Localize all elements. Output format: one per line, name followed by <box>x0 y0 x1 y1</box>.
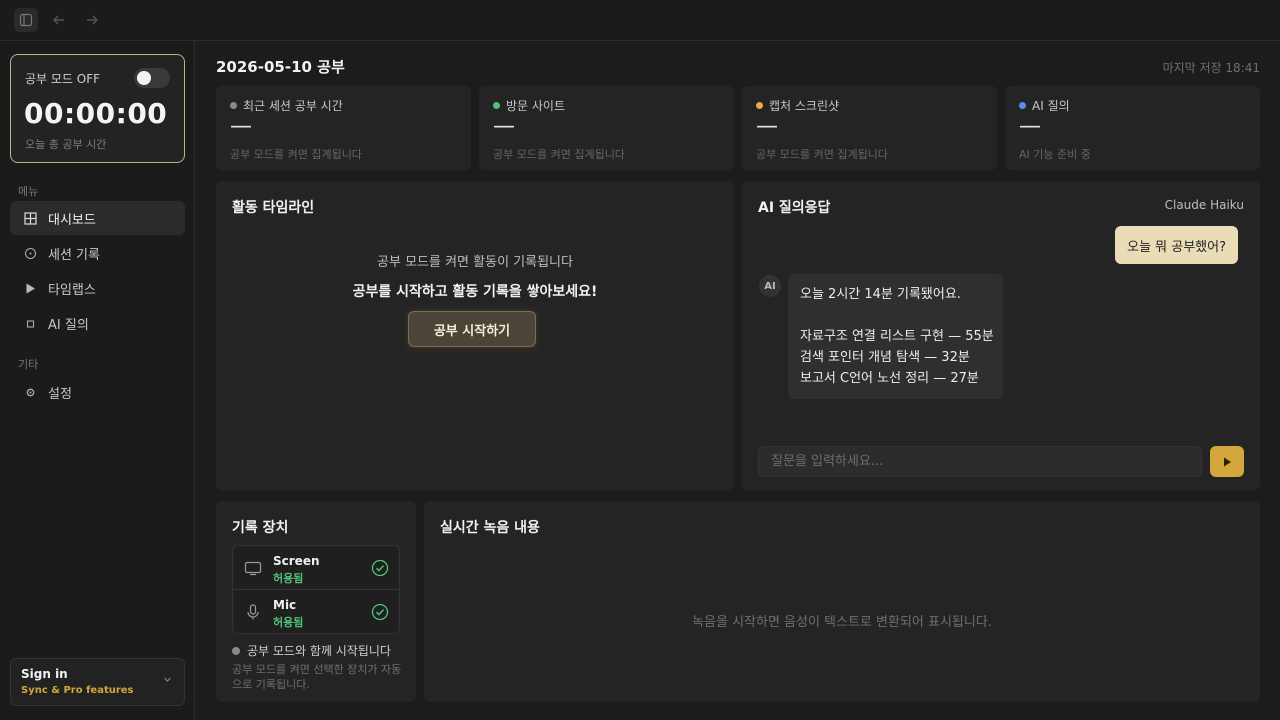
stat-value: — <box>1019 114 1041 139</box>
sign-in-button[interactable]: Sign in Sync & Pro features <box>10 658 185 706</box>
arrow-right-icon <box>87 15 98 25</box>
timeline-cta-text: 공부를 시작하고 활동 기록을 쌓아보세요! <box>352 284 598 300</box>
forward-button[interactable] <box>80 8 104 32</box>
status-dot <box>230 102 237 109</box>
device-row-screen[interactable]: Screen 허용됨 <box>233 546 399 590</box>
recording-devices-panel: 기록 장치 Screen 허용됨 Mic 허용됨 공부 모드와 함께 시작됩니다… <box>216 501 416 702</box>
stat-caption: 공부 모드를 켜면 집계됩니다 <box>493 148 625 161</box>
ai-response-line: 자료구조 연결 리스트 구현 — 55분 <box>800 329 994 344</box>
last-saved-time: 마지막 저장 18:41 <box>1162 61 1260 75</box>
stat-card-screenshots: 캡처 스크린샷 — 공부 모드를 켜면 집계됩니다 <box>742 86 997 170</box>
stat-label: 방문 사이트 <box>506 99 566 113</box>
panel-title: 실시간 녹음 내용 <box>440 520 540 536</box>
sidebar-item-label: AI 질의 <box>48 317 89 333</box>
square-icon <box>22 317 38 330</box>
sign-in-title: Sign in <box>21 667 68 681</box>
study-mode-label: 공부 모드 OFF <box>25 72 101 86</box>
status-dot <box>232 646 240 655</box>
sidebar-item-label: 세션 기록 <box>48 247 100 263</box>
study-mode-toggle[interactable] <box>134 68 170 88</box>
user-message-bubble: 오늘 뭐 공부했어? <box>1115 226 1238 264</box>
live-transcript-panel: 실시간 녹음 내용 녹음을 시작하면 음성이 텍스트로 변환되어 표시됩니다. <box>424 501 1260 702</box>
stat-caption: 공부 모드를 켜면 집계됩니다 <box>230 148 362 161</box>
send-icon <box>1224 457 1231 466</box>
check-circle-icon <box>371 603 389 621</box>
play-icon <box>22 282 38 295</box>
title-bar <box>0 0 1280 41</box>
grid-icon <box>22 211 38 225</box>
sidebar: 공부 모드 OFF 00:00:00 오늘 총 공부 시간 메뉴 대시보드 세션… <box>0 41 195 720</box>
sidebar-toggle-button[interactable] <box>14 8 38 32</box>
ai-avatar: AI <box>759 275 781 297</box>
panel-title: 기록 장치 <box>232 520 289 536</box>
arrow-left-icon <box>53 15 64 25</box>
ai-qa-panel: AI 질의응답 Claude Haiku 오늘 뭐 공부했어? AI 오늘 2시… <box>742 181 1260 490</box>
timeline-empty-message: 공부 모드를 켜면 활동이 기록됩니다 <box>377 255 573 270</box>
stat-label: 최근 세션 공부 시간 <box>243 99 343 113</box>
stat-caption: AI 기능 준비 중 <box>1019 148 1091 161</box>
stat-card-recent-session: 최근 세션 공부 시간 — 공부 모드를 켜면 집계됩니다 <box>216 86 471 170</box>
study-timer: 00:00:00 <box>24 97 168 130</box>
start-study-button[interactable]: 공부 시작하기 <box>408 311 536 347</box>
status-dot <box>1019 102 1026 109</box>
study-timer-caption: 오늘 총 공부 시간 <box>25 138 107 151</box>
back-button[interactable] <box>47 8 71 32</box>
sidebar-item-sessions[interactable]: 세션 기록 <box>10 236 185 270</box>
recording-description: 공부 모드를 켜면 선택한 장치가 자동으로 기록됩니다. <box>232 663 402 691</box>
toggle-knob <box>137 71 151 85</box>
recording-note: 공부 모드와 함께 시작됩니다 <box>232 642 391 659</box>
model-name: Claude Haiku <box>1164 198 1244 212</box>
ai-response-line: 오늘 2시간 14분 기록됐어요. <box>800 287 961 302</box>
stat-value: — <box>756 114 778 139</box>
study-mode-card: 공부 모드 OFF 00:00:00 오늘 총 공부 시간 <box>10 54 185 163</box>
page-title: 2026-05-10 공부 <box>216 58 345 76</box>
sidebar-item-label: 설정 <box>48 386 72 402</box>
device-name: Mic <box>273 598 297 612</box>
ai-response-line: 검색 포인터 개념 탐색 — 32분 <box>800 350 970 365</box>
ai-response-bubble: 오늘 2시간 14분 기록됐어요. 자료구조 연결 리스트 구현 — 55분 검… <box>788 274 1003 399</box>
recording-note-text: 공부 모드와 함께 시작됩니다 <box>247 644 391 658</box>
clock-icon <box>22 247 38 260</box>
stat-value: — <box>493 114 515 139</box>
sidebar-item-ai-query[interactable]: AI 질의 <box>10 306 185 340</box>
stat-label: AI 질의 <box>1032 99 1070 113</box>
stat-caption: 공부 모드를 켜면 집계됩니다 <box>756 148 888 161</box>
status-dot <box>756 102 763 109</box>
check-circle-icon <box>371 559 389 577</box>
sidebar-icon <box>19 13 33 27</box>
stat-card-visited-sites: 방문 사이트 — 공부 모드를 켜면 집계됩니다 <box>479 86 734 170</box>
other-section-label: 기타 <box>18 358 39 371</box>
microphone-icon <box>244 603 262 621</box>
device-status: 허용됨 <box>273 616 304 629</box>
stat-label: 캡처 스크린샷 <box>769 99 840 113</box>
ai-response-line: 보고서 C언어 노선 정리 — 27분 <box>800 371 979 386</box>
device-row-mic[interactable]: Mic 허용됨 <box>233 590 399 634</box>
status-dot <box>493 102 500 109</box>
activity-timeline-panel: 활동 타임라인 공부 모드를 켜면 활동이 기록됩니다 공부를 시작하고 활동 … <box>216 181 734 490</box>
sidebar-item-dashboard[interactable]: 대시보드 <box>10 201 185 235</box>
sidebar-item-label: 타임랩스 <box>48 282 96 298</box>
stat-card-ai-query: AI 질의 — AI 기능 준비 중 <box>1005 86 1260 170</box>
device-list: Screen 허용됨 Mic 허용됨 <box>232 545 400 634</box>
send-button[interactable] <box>1210 446 1244 477</box>
ai-question-input[interactable] <box>758 446 1202 477</box>
menu-section-label: 메뉴 <box>18 185 39 198</box>
sidebar-item-label: 대시보드 <box>48 212 96 228</box>
gear-icon <box>22 386 38 399</box>
device-name: Screen <box>273 554 320 568</box>
monitor-icon <box>244 559 262 577</box>
panel-title: 활동 타임라인 <box>232 200 315 216</box>
sidebar-item-settings[interactable]: 설정 <box>10 375 185 409</box>
panel-title: AI 질의응답 <box>758 200 831 216</box>
chevron-down-icon <box>163 675 172 687</box>
sign-in-subtitle: Sync & Pro features <box>21 685 134 696</box>
device-status: 허용됨 <box>273 572 304 585</box>
ai-response-line <box>800 305 991 326</box>
stat-value: — <box>230 114 252 139</box>
sidebar-item-timelapse[interactable]: 타임랩스 <box>10 271 185 305</box>
transcript-empty-message: 녹음을 시작하면 음성이 텍스트로 변환되어 표시됩니다. <box>692 615 992 630</box>
